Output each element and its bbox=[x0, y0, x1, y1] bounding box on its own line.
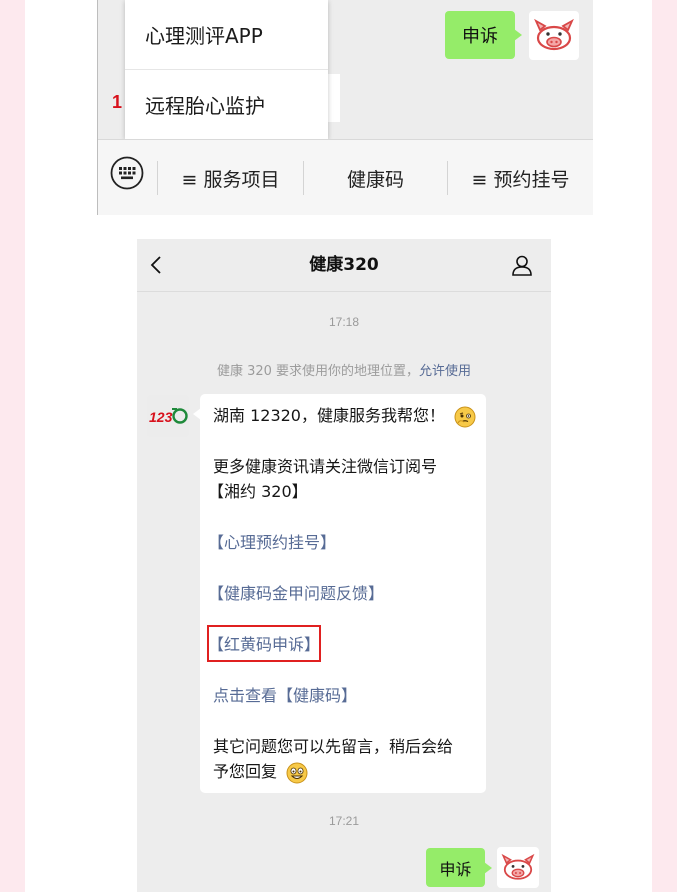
menu-label: ≡ 服务项目 bbox=[181, 168, 280, 191]
chat-area: 1 申诉 心理测评APP 远程胎心监护 bbox=[98, 0, 593, 139]
pig-icon bbox=[534, 18, 574, 50]
subscribe-line-2: 【湘约 320】 bbox=[208, 482, 308, 501]
pig-icon bbox=[501, 853, 535, 880]
svg-text:123: 123 bbox=[149, 409, 173, 425]
service-popup-menu: 心理测评APP 远程胎心监护 bbox=[125, 0, 328, 139]
link-psych-appointment[interactable]: 【心理预约挂号】 bbox=[208, 530, 336, 555]
sent-message-bubble[interactable]: 申诉 bbox=[426, 848, 492, 887]
menu-label: 健康码 bbox=[346, 168, 404, 191]
subscribe-line-1: 更多健康资讯请关注微信订阅号 bbox=[213, 457, 438, 476]
menu-appointment[interactable]: ≡ 预约挂号 bbox=[448, 160, 593, 196]
chevron-left-icon[interactable] bbox=[149, 255, 163, 275]
sent-message-text: 申诉 bbox=[462, 26, 498, 47]
timestamp: 17:18 bbox=[328, 315, 360, 329]
chat-header: 健康320 bbox=[137, 239, 551, 292]
chat-screen: 健康320 17:18 健康 320 要求使用你的地理位置，允许使用 123 湖… bbox=[137, 239, 551, 892]
link-health-code-feedback[interactable]: 【健康码金甲问题反馈】 bbox=[208, 581, 384, 606]
menu-health-code[interactable]: 健康码 bbox=[304, 160, 447, 196]
12320-logo: 123 bbox=[149, 408, 188, 425]
top-screenshot: 1 申诉 心理测评APP 远程胎心监护 ≡ 服务项目 健康码 ≡ 预约挂号 bbox=[97, 0, 593, 215]
popup-item-psych-app[interactable]: 心理测评APP bbox=[125, 0, 328, 69]
link-red-yellow-appeal[interactable]: 【红黄码申诉】 bbox=[208, 632, 320, 657]
other-line-2: 予您回复 bbox=[213, 759, 308, 784]
chat-title: 健康320 bbox=[309, 255, 379, 275]
bot-message-bubble: 湖南 12320，健康服务我帮您！ 更多健康资讯请关注微信订阅号 【湘约 320… bbox=[193, 394, 486, 793]
sent-message-bubble[interactable]: 申诉 bbox=[445, 11, 522, 59]
sent-message-text: 申诉 bbox=[439, 859, 472, 879]
thinking-face-emoji bbox=[454, 406, 476, 427]
official-account-menu-bar: ≡ 服务项目 健康码 ≡ 预约挂号 bbox=[98, 139, 593, 215]
popup-item-label: 远程胎心监护 bbox=[145, 94, 265, 118]
timestamp: 17:21 bbox=[328, 814, 360, 828]
system-message-text: 健康 320 要求使用你的地理位置， bbox=[216, 364, 420, 379]
keyboard-icon[interactable] bbox=[110, 156, 144, 190]
person-icon[interactable] bbox=[511, 254, 533, 276]
system-message: 健康 320 要求使用你的地理位置，允许使用 bbox=[137, 360, 551, 379]
behind-menu-red-mark: 1 bbox=[112, 92, 123, 112]
user-avatar[interactable] bbox=[497, 847, 539, 888]
popup-item-label: 心理测评APP bbox=[145, 24, 263, 48]
bot-avatar[interactable]: 123 bbox=[147, 395, 189, 437]
link-view-health-code[interactable]: 点击查看【健康码】 bbox=[213, 683, 357, 708]
user-avatar[interactable] bbox=[529, 11, 579, 60]
other-line-2-text: 予您回复 bbox=[213, 762, 278, 781]
menu-label: ≡ 预约挂号 bbox=[471, 168, 570, 191]
grinning-face-emoji bbox=[286, 762, 308, 783]
allow-location-link[interactable]: 允许使用 bbox=[419, 364, 471, 379]
greeting-line: 湖南 12320，健康服务我帮您！ bbox=[213, 403, 476, 428]
menu-service-items[interactable]: ≡ 服务项目 bbox=[158, 160, 303, 196]
greeting-text: 湖南 12320，健康服务我帮您！ bbox=[213, 406, 445, 425]
popup-item-fetal-monitor[interactable]: 远程胎心监护 bbox=[125, 70, 328, 139]
other-line-1: 其它问题您可以先留言，稍后会给 bbox=[213, 737, 454, 756]
